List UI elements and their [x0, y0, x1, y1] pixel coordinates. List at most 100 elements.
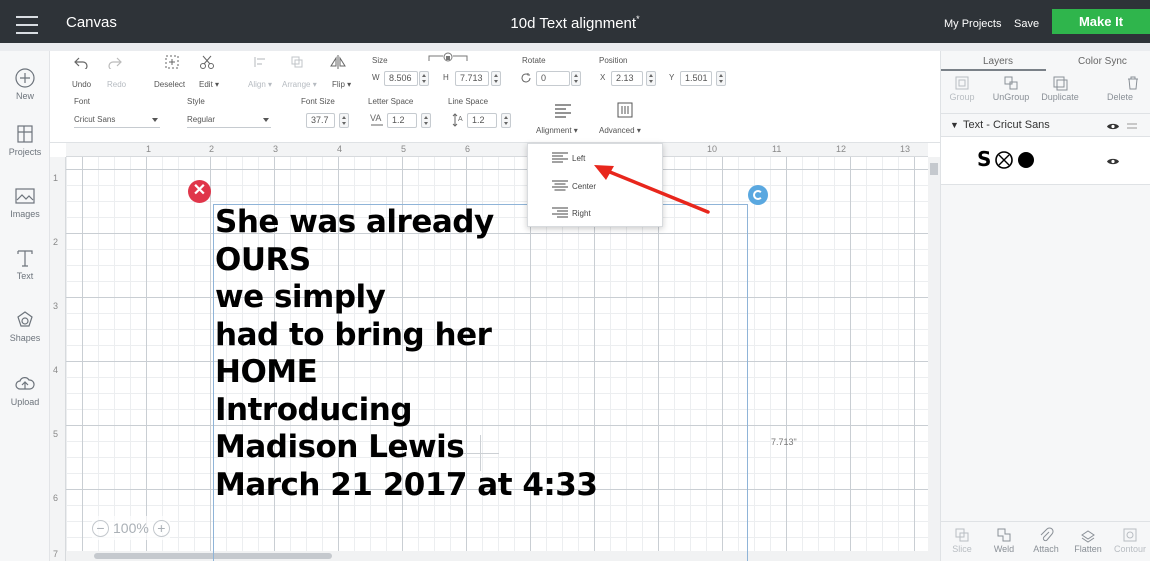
- layers-panel: Layers Color Sync Group UnGroup Duplicat…: [940, 51, 1150, 561]
- nav-new[interactable]: New: [0, 67, 50, 101]
- style-label: Style: [187, 97, 205, 106]
- lock-icon[interactable]: [428, 51, 468, 63]
- weld-button[interactable]: Weld: [983, 527, 1025, 554]
- flatten-button[interactable]: Flatten: [1067, 527, 1109, 554]
- collapse-caret-icon[interactable]: ▼: [950, 120, 959, 130]
- height-label: H: [443, 73, 449, 82]
- tab-layers[interactable]: Layers: [983, 56, 1013, 67]
- flatten-label: Flatten: [1074, 544, 1102, 554]
- text-line: March 21 2017 at 4:33: [215, 466, 598, 503]
- edit-menu[interactable]: Edit ▾: [199, 80, 219, 89]
- font-select[interactable]: Cricut Sans: [74, 113, 160, 128]
- line-space-stepper[interactable]: [501, 113, 511, 128]
- ruler-h-label: 10: [707, 144, 718, 154]
- x-input[interactable]: 2.13: [611, 71, 643, 86]
- delete-handle-icon[interactable]: ✕: [188, 180, 211, 203]
- ruler-h-label: 13: [900, 144, 911, 154]
- ruler-v-label: 1: [53, 173, 59, 183]
- letter-space-label: Letter Space: [368, 97, 414, 106]
- nav-text-label: Text: [16, 271, 34, 281]
- document-title-text[interactable]: 10d Text alignment: [510, 15, 636, 32]
- my-projects-link[interactable]: My Projects: [944, 18, 1001, 30]
- height-input[interactable]: 7.713: [455, 71, 489, 86]
- layer-group-row[interactable]: ▼ Text - Cricut Sans: [941, 113, 1150, 137]
- nav-text[interactable]: Text: [0, 247, 50, 281]
- width-label: W: [372, 73, 380, 82]
- group-icon: [955, 76, 969, 90]
- scissors-icon[interactable]: [199, 54, 215, 70]
- text-object[interactable]: She was already OURS we simply had to br…: [215, 204, 598, 504]
- ruler-h-label: 4: [337, 144, 343, 154]
- height-stepper[interactable]: [491, 71, 501, 86]
- nav-upload[interactable]: Upload: [0, 373, 50, 407]
- layer-item[interactable]: S: [941, 137, 1150, 185]
- annotation-arrow-icon: [594, 165, 710, 214]
- undo-label[interactable]: Undo: [72, 80, 91, 89]
- position-label: Position: [599, 56, 628, 65]
- advanced-icon[interactable]: [616, 101, 634, 119]
- nav-images[interactable]: Images: [0, 185, 50, 219]
- zoom-in-button[interactable]: +: [152, 519, 170, 537]
- advanced-menu[interactable]: Advanced ▾: [599, 126, 641, 135]
- y-stepper[interactable]: [716, 71, 726, 86]
- flip-icon[interactable]: [330, 54, 346, 70]
- letter-space-input[interactable]: 1.2: [387, 113, 417, 128]
- y-input[interactable]: 1.501: [680, 71, 712, 86]
- app-title: Canvas: [66, 14, 117, 31]
- attach-button[interactable]: Attach: [1025, 527, 1067, 554]
- letter-space-stepper[interactable]: [421, 113, 431, 128]
- duplicate-button[interactable]: Duplicate: [1036, 75, 1084, 102]
- tab-color-sync[interactable]: Color Sync: [1078, 56, 1127, 67]
- images-icon: [15, 188, 35, 204]
- plus-circle-icon: [15, 68, 35, 88]
- nav-shapes[interactable]: Shapes: [0, 309, 50, 343]
- font-size-stepper[interactable]: [339, 113, 349, 128]
- layer-group-name: Text - Cricut Sans: [963, 119, 1050, 131]
- ruler-h-label: 5: [401, 144, 407, 154]
- undo-icon[interactable]: [74, 55, 88, 69]
- line-space-input[interactable]: 1.2: [467, 113, 497, 128]
- flip-menu[interactable]: Flip ▾: [332, 80, 351, 89]
- x-stepper[interactable]: [646, 71, 656, 86]
- vertical-ruler: 1 2 3 4 5 6 7: [50, 157, 66, 561]
- vertical-scroll-thumb[interactable]: [930, 163, 938, 175]
- deselect-label[interactable]: Deselect: [154, 80, 185, 89]
- drag-handle-icon[interactable]: [1127, 122, 1137, 130]
- delete-button[interactable]: Delete: [1107, 75, 1150, 102]
- rotate-input[interactable]: 0: [536, 71, 570, 86]
- deselect-icon[interactable]: [164, 54, 180, 70]
- rotate-label: Rotate: [522, 56, 546, 65]
- align-left-icon: [552, 152, 568, 163]
- alignment-label: Alignment: [536, 126, 572, 135]
- rotate-handle-icon[interactable]: [748, 185, 768, 205]
- ungroup-button[interactable]: UnGroup: [987, 75, 1035, 102]
- eye-icon[interactable]: [1106, 157, 1120, 166]
- ruler-h-label: 1: [146, 144, 152, 154]
- nav-projects[interactable]: Projects: [0, 123, 50, 157]
- zoom-level: 100%: [113, 520, 149, 536]
- make-it-button[interactable]: Make It: [1052, 9, 1150, 34]
- edit-toolbar: Undo Redo Deselect Edit ▾ Align ▾ Arrang…: [50, 51, 940, 143]
- alignment-icon[interactable]: [554, 103, 572, 119]
- rotate-stepper[interactable]: [571, 71, 581, 86]
- vertical-scrollbar[interactable]: [928, 157, 940, 561]
- align-center-icon: [552, 180, 568, 191]
- eye-icon[interactable]: [1106, 122, 1120, 131]
- zoom-out-button[interactable]: −: [92, 519, 109, 537]
- width-stepper[interactable]: [419, 71, 429, 86]
- delete-label: Delete: [1107, 92, 1134, 102]
- style-select[interactable]: Regular: [187, 113, 271, 128]
- x-label: X: [600, 73, 606, 82]
- alignment-menu[interactable]: Alignment ▾: [536, 126, 578, 135]
- ruler-h-label: 12: [836, 144, 847, 154]
- left-sidebar: New Projects Images Text Shapes Upload: [0, 51, 50, 561]
- width-input[interactable]: 8.506: [384, 71, 418, 86]
- font-size-input[interactable]: 37.7: [306, 113, 335, 128]
- group-label: Group: [949, 92, 975, 102]
- menu-icon[interactable]: [16, 16, 38, 34]
- text-icon: [17, 250, 33, 267]
- save-button[interactable]: Save: [1014, 18, 1039, 30]
- attach-label: Attach: [1033, 544, 1059, 554]
- nav-projects-label: Projects: [8, 147, 42, 157]
- redo-icon: [108, 57, 122, 69]
